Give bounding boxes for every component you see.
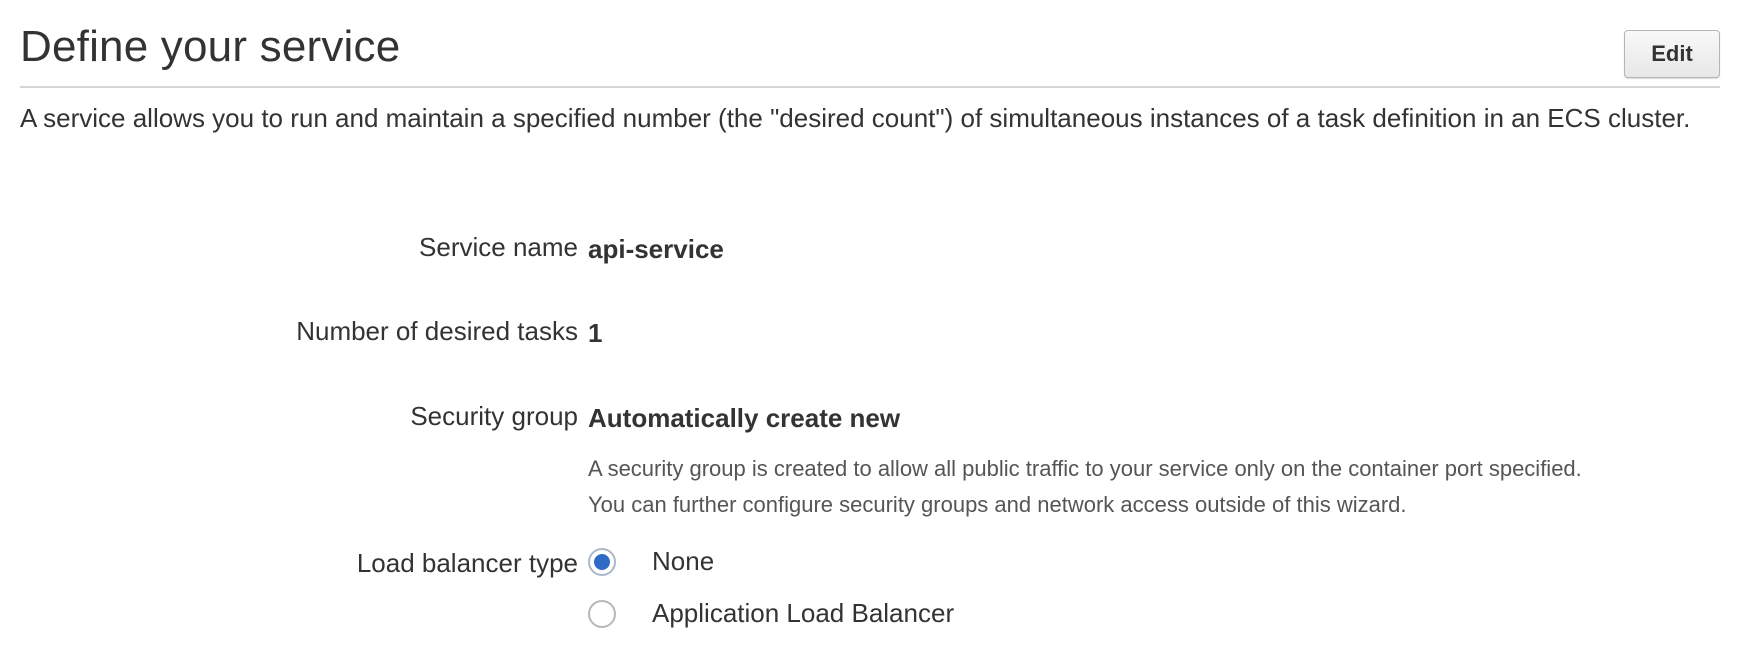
page-title: Define your service (20, 22, 401, 71)
section-header: Define your service Edit (20, 0, 1720, 88)
radio-button-unchecked[interactable] (588, 600, 616, 628)
desired-tasks-label: Number of desired tasks (296, 316, 578, 346)
section-description: A service allows you to run and maintain… (20, 103, 1691, 133)
radio-label-application-load-balancer: Application Load Balancer (652, 598, 955, 628)
load-balancer-option-alb[interactable]: Application Load Balancer (588, 598, 1188, 652)
service-name-value: api-service (588, 234, 724, 264)
security-group-help-line-1: A security group is created to allow all… (588, 456, 1582, 481)
security-group-value: Automatically create new (588, 403, 901, 433)
load-balancer-radio-group: None Application Load Balancer (588, 546, 1188, 652)
security-group-help-line-2: You can further configure security group… (588, 492, 1407, 517)
service-name-label: Service name (419, 232, 578, 262)
desired-tasks-value: 1 (588, 318, 603, 348)
define-service-section: Define your service Edit A service allow… (20, 0, 1720, 628)
load-balancer-label: Load balancer type (356, 548, 578, 578)
load-balancer-option-none[interactable]: None (588, 546, 1188, 600)
radio-label-none: None (652, 546, 715, 576)
radio-button-checked[interactable] (588, 548, 616, 576)
edit-button[interactable]: Edit (1624, 30, 1720, 78)
security-group-label: Security group (410, 401, 578, 431)
